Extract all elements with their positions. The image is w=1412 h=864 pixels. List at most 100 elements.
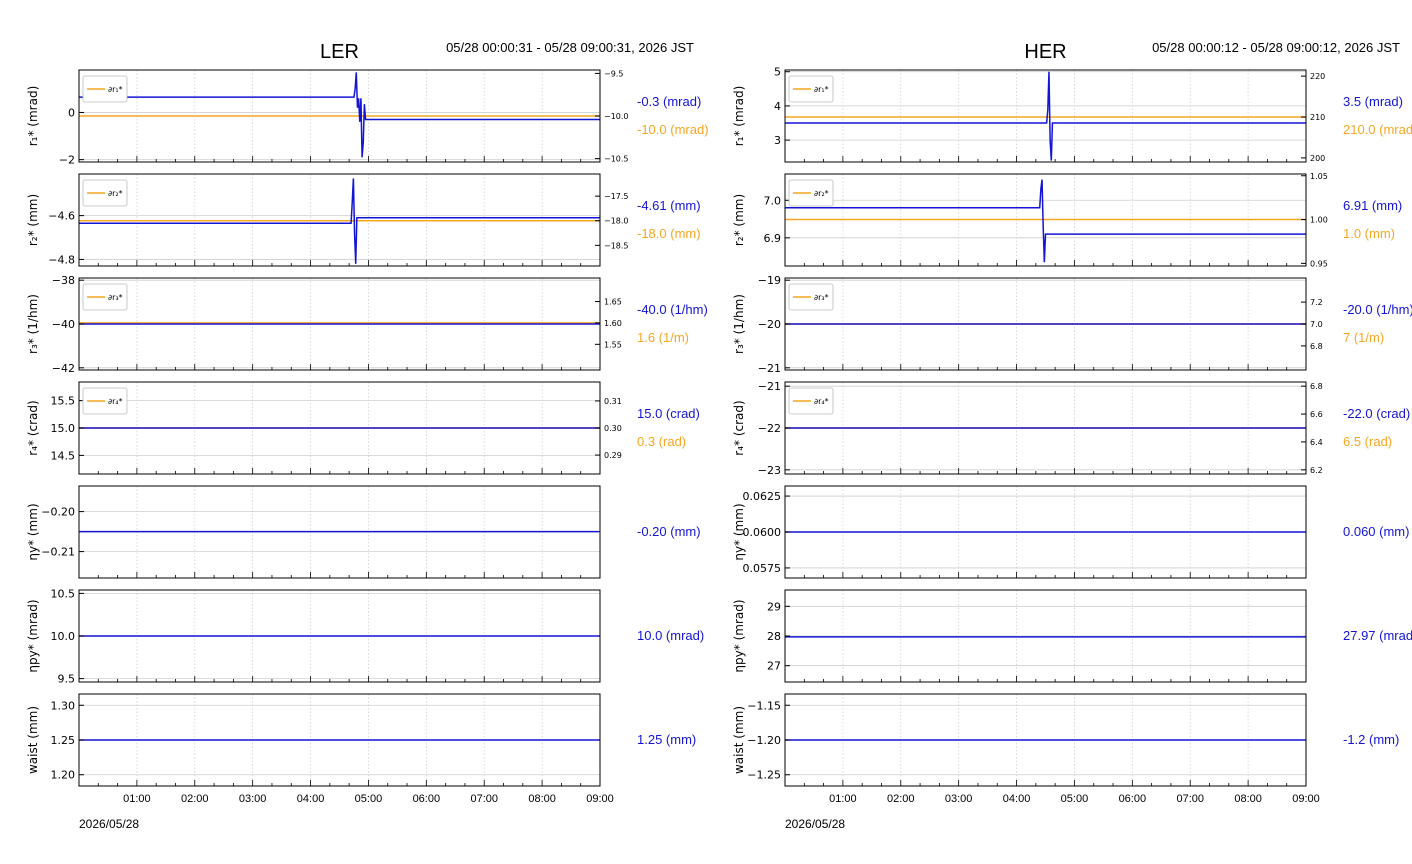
y-tick-label: −1.25 [747, 769, 781, 782]
x-tick-label: 03:00 [239, 793, 267, 805]
y-tick-label: 28 [767, 630, 781, 643]
legend: ∂r₂* [82, 179, 128, 207]
panel-title: LER [320, 41, 359, 63]
y-axis-label: waist (mm) [732, 706, 746, 774]
blue-value-readout: 27.97 (mrad) [1343, 628, 1412, 643]
subplot-7: −1.15 −1.20 −1.25waist (mm) -1.2 (mm) 01:00 0… [732, 693, 1399, 805]
legend: ∂r₁* [788, 75, 834, 103]
y-tick-label: −4.6 [48, 210, 75, 223]
y-axis-label: ηy* (mm) [732, 503, 746, 560]
x-tick-label: 06:00 [413, 793, 441, 805]
y2-tick-label: −18.5 [604, 241, 629, 250]
legend-label: ∂r₂* [108, 189, 123, 198]
blue-value-readout: -4.61 (mm) [637, 198, 701, 213]
legend: ∂r₃* [788, 283, 834, 311]
y2-tick-label: −17.5 [604, 192, 629, 201]
y-tick-label: 1.20 [51, 769, 76, 782]
y-tick-label: 0.0625 [743, 490, 782, 503]
blue-value-readout: -22.0 (crad) [1343, 406, 1410, 421]
y-tick-label: −21 [758, 362, 781, 375]
y-tick-label: −1.20 [747, 734, 781, 747]
orange-value-readout: -18.0 (mm) [637, 226, 701, 241]
blue-value-readout: -20.0 (1/hm) [1343, 302, 1412, 317]
y-tick-label: −0.21 [41, 546, 75, 559]
orbit-monitor-figure: LER 05/28 00:00:31 - 05/28 09:00:31, 2026… [26, 40, 1412, 831]
y-axis-label: r₄* (crad) [732, 400, 746, 455]
y2-tick-label: 1.05 [1310, 172, 1328, 181]
x-tick-label: 09:00 [1292, 793, 1320, 805]
blue-value-readout: 3.5 (mrad) [1343, 94, 1403, 109]
subplot-4: 15.5 15.0 14.5 0.31 0.30 0.29 r₄* (crad) ∂r₄* 15… [26, 381, 700, 475]
y2-tick-label: 6.8 [1310, 342, 1323, 351]
y2-tick-label: −18.0 [604, 217, 629, 226]
blue-value-readout: 0.060 (mm) [1343, 524, 1409, 539]
orange-value-readout: 210.0 (mrad) [1343, 122, 1412, 137]
panel-ler: LER 05/28 00:00:31 - 05/28 09:00:31, 2026… [26, 40, 709, 831]
blue-value-readout: 1.25 (mm) [637, 732, 696, 747]
blue-value-readout: -40.0 (1/hm) [637, 302, 708, 317]
time-range-label: 05/28 00:00:12 - 05/28 09:00:12, 2026 JS… [1152, 40, 1400, 55]
y-tick-label: 5 [774, 66, 781, 79]
x-tick-label: 08:00 [1234, 793, 1262, 805]
subplot-1: 0 −2 −9.5 −10.0 −10.5 r₁* (mrad) ∂r₁* -0.3 (mra… [26, 69, 709, 166]
x-tick-label: 05:00 [355, 793, 383, 805]
y-tick-label: 10.0 [51, 630, 76, 643]
blue-value-readout: -0.3 (mrad) [637, 94, 701, 109]
date-label: 2026/05/28 [79, 817, 139, 831]
y-tick-label: 6.9 [764, 232, 782, 245]
orange-value-readout: 1.6 (1/m) [637, 330, 689, 345]
y2-tick-label: 6.6 [1310, 410, 1323, 419]
legend-label: ∂r₄* [814, 397, 829, 406]
y2-tick-label: −10.0 [604, 112, 629, 121]
legend-label: ∂r₂* [814, 189, 829, 198]
subplot-2: 7.0 6.9 1.05 1.00 0.95 r₂* (mm) ∂r₂* 6.91 (mm) 1… [732, 172, 1402, 269]
y-axis-label: r₃* (1/hm) [732, 294, 746, 354]
panel-her: HER 05/28 00:00:12 - 05/28 09:00:12, 2026… [732, 40, 1412, 831]
y-axis-label: r₂* (mm) [26, 194, 40, 246]
blue-value-readout: 6.91 (mm) [1343, 198, 1402, 213]
orange-value-readout: 1.0 (mm) [1343, 226, 1395, 241]
panel-title: HER [1024, 41, 1066, 63]
legend-label: ∂r₁* [814, 85, 829, 94]
subplot-3: −19 −20 −21 7.2 7.0 6.8 r₃* (1/hm) ∂r₃* -20.0 (1… [732, 274, 1412, 375]
y2-tick-label: 1.65 [604, 298, 622, 307]
blue-value-readout: -0.20 (mm) [637, 524, 701, 539]
blue-value-readout: 10.0 (mrad) [637, 628, 704, 643]
x-tick-label: 09:00 [586, 793, 614, 805]
subplot-4: −21 −22 −23 6.8 6.6 6.4 6.2 r₄* (crad) ∂r₄* -22.0… [732, 380, 1410, 477]
y-tick-label: 1.30 [51, 699, 76, 712]
legend: ∂r₃* [82, 283, 128, 311]
x-tick-label: 04:00 [297, 793, 325, 805]
legend: ∂r₁* [82, 75, 128, 103]
subplot-7: 1.30 1.25 1.20 waist (mm) 1.25 (mm) 01:00 02:0… [26, 693, 696, 805]
subplot-3: −38 −40 −42 1.65 1.60 1.55 r₃* (1/hm) ∂r₃* -40.0… [26, 274, 708, 375]
y2-tick-label: 7.2 [1310, 298, 1323, 307]
y2-tick-label: −9.5 [604, 69, 623, 78]
y-tick-label: −40 [52, 318, 75, 331]
date-label: 2026/05/28 [785, 817, 845, 831]
y2-tick-label: 0.31 [604, 397, 622, 406]
y2-tick-label: 6.8 [1310, 382, 1323, 391]
y2-tick-label: 1.00 [1310, 216, 1328, 225]
y-tick-label: 0.0600 [743, 526, 782, 539]
x-tick-label: 08:00 [528, 793, 556, 805]
y-tick-label: 0.0575 [743, 562, 782, 575]
y-tick-label: −23 [758, 464, 781, 477]
y-tick-label: 15.5 [51, 395, 76, 408]
legend: ∂r₄* [788, 387, 834, 415]
blue-value-readout: -1.2 (mm) [1343, 732, 1399, 747]
y2-tick-label: 6.4 [1310, 438, 1323, 447]
y-tick-label: −2 [59, 154, 75, 167]
y2-tick-label: 1.55 [604, 340, 622, 349]
y-tick-label: −4.8 [48, 253, 75, 266]
y-axis-label: ηy* (mm) [26, 503, 40, 560]
x-tick-label: 06:00 [1119, 793, 1147, 805]
y-axis-label: r₄* (crad) [26, 400, 40, 455]
y-tick-label: 15.0 [51, 422, 76, 435]
y-tick-label: −20 [758, 318, 781, 331]
subplot-2: −4.6 −4.8 −17.5 −18.0 −18.5 r₂* (mm) ∂r₂* -4.61… [26, 173, 701, 267]
y2-tick-label: 200 [1310, 154, 1325, 163]
y-tick-label: 29 [767, 600, 781, 613]
legend-label: ∂r₁* [108, 85, 123, 94]
y-tick-label: 27 [767, 660, 781, 673]
